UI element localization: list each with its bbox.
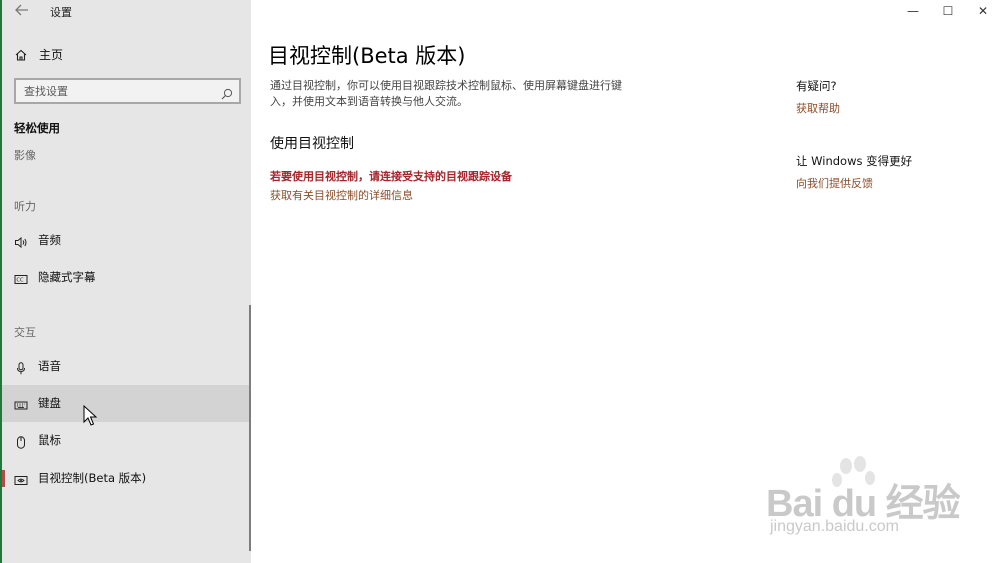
sidebar-item-keyboard[interactable]: 键盘 [2,385,251,422]
sidebar-item-label: 隐藏式字幕 [38,270,96,284]
microphone-icon [14,360,28,375]
page-title: 目视控制(Beta 版本) [268,44,466,68]
category-heading: 轻松使用 [14,121,60,135]
sidebar-item-mouse[interactable]: 鼠标 [2,422,251,459]
group-label-vision: 影像 [14,149,36,162]
close-button[interactable]: ✕ [973,3,993,19]
sidebar-item-audio[interactable]: 音频 [2,222,251,259]
back-arrow-icon[interactable] [14,3,32,19]
closed-caption-icon: CC [14,271,28,284]
improve-heading: 让 Windows 变得更好 [796,154,913,168]
watermark-url: jingyan.baidu.com [770,518,899,535]
speaker-icon [14,234,28,249]
device-warning: 若要使用目视控制，请连接受支持的目视跟踪设备 [270,170,512,183]
page-description: 通过目视控制，你可以使用目视跟踪技术控制鼠标、使用屏幕键盘进行键入，并使用文本到… [270,79,622,108]
sidebar: 设置 主页 轻松使用 影像 听力 音频 CC 隐藏式字幕 交互 语音 [2,0,251,563]
question-heading: 有疑问? [796,79,837,93]
eye-control-icon [14,472,28,485]
search-box[interactable] [14,78,241,104]
sidebar-item-label: 目视控制(Beta 版本) [38,471,147,485]
feedback-link[interactable]: 向我们提供反馈 [796,175,873,191]
selection-indicator [2,470,5,487]
search-icon[interactable] [221,85,233,100]
svg-text:CC: CC [16,278,24,284]
minimize-button[interactable]: — [903,3,923,19]
sidebar-home-label: 主页 [39,48,64,62]
sidebar-item-label: 鼠标 [38,433,61,447]
sidebar-item-eye-control[interactable]: 目视控制(Beta 版本) [2,460,251,497]
sidebar-item-label: 语音 [38,359,61,373]
sidebar-item-closed-captions[interactable]: CC 隐藏式字幕 [2,259,251,296]
sidebar-item-home[interactable]: 主页 [2,40,251,68]
window-title: 设置 [50,6,72,19]
keyboard-icon [14,397,28,410]
group-label-interaction: 交互 [14,326,36,339]
sidebar-scrollbar[interactable] [249,305,251,551]
search-input[interactable] [16,80,216,102]
more-info-link[interactable]: 获取有关目视控制的详细信息 [270,187,413,203]
section-title: 使用目视控制 [270,136,354,152]
sidebar-item-speech[interactable]: 语音 [2,348,251,385]
sidebar-item-label: 键盘 [38,396,61,410]
home-icon [14,47,28,61]
group-label-hearing: 听力 [14,200,36,213]
sidebar-item-label: 音频 [38,233,61,247]
get-help-link[interactable]: 获取帮助 [796,100,840,116]
mouse-icon [14,434,28,449]
mouse-pointer-icon [83,404,99,427]
maximize-button[interactable]: ☐ [938,3,958,19]
